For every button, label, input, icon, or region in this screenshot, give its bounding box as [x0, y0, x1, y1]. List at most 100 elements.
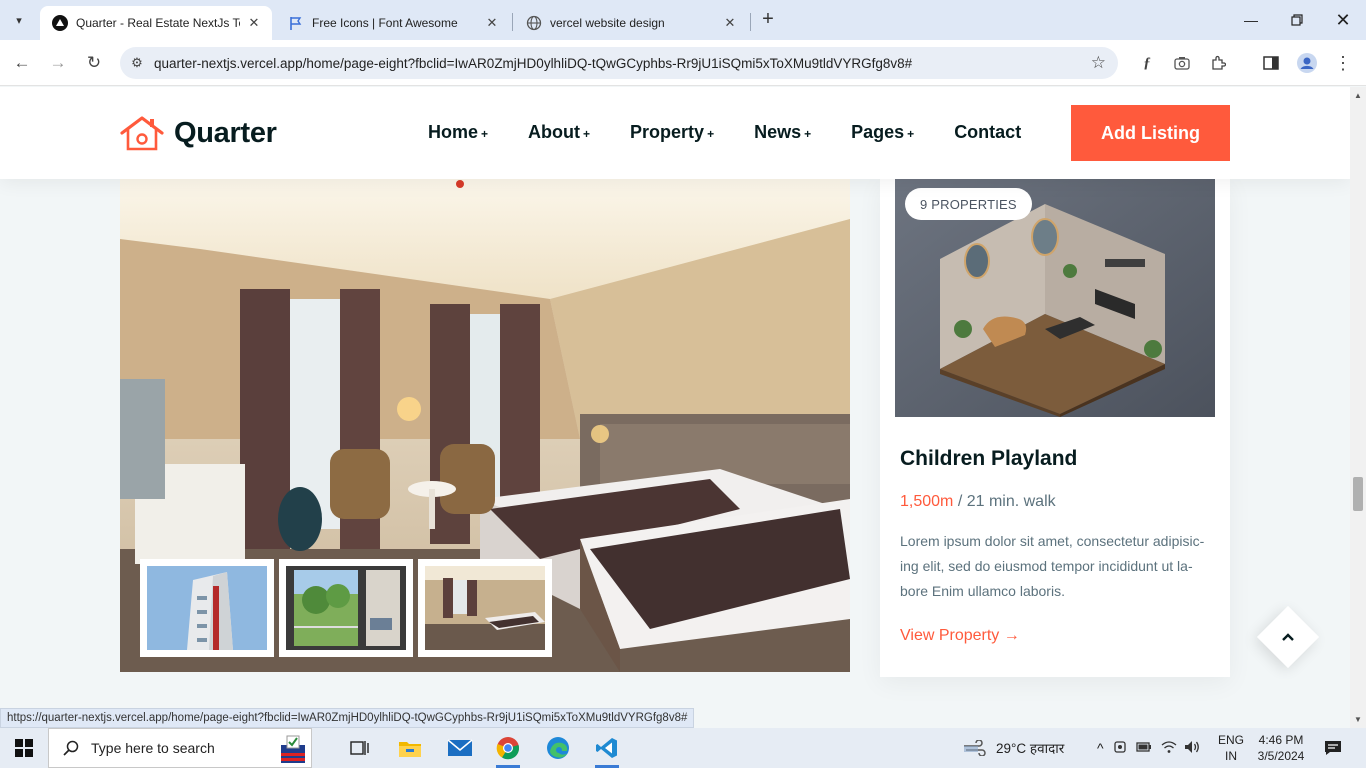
- distance-value: 1,500m: [900, 493, 954, 510]
- clock-date: 3/5/2024: [1257, 749, 1305, 763]
- nav-news-label: News: [754, 122, 802, 142]
- wifi-icon[interactable]: [1161, 740, 1177, 757]
- property-card: 9 PROPERTIES Children Playland 1,500m / …: [880, 179, 1230, 677]
- plus-icon: +: [583, 127, 591, 141]
- walk-time: / 21 min. walk: [953, 493, 1056, 510]
- card-description: Lorem ipsum dolor sit amet, consectetur …: [900, 533, 1205, 599]
- nav-pages[interactable]: Pages +: [851, 122, 914, 143]
- extensions-puzzle-icon[interactable]: [1207, 52, 1229, 74]
- gallery-thumbnail[interactable]: [140, 559, 274, 657]
- side-panel-icon[interactable]: [1260, 52, 1282, 74]
- scroll-down-icon[interactable]: ▼: [1354, 715, 1362, 724]
- tab-close-icon[interactable]: ✕: [246, 15, 262, 31]
- tab-separator: [512, 13, 513, 31]
- room-photo-gallery[interactable]: [120, 179, 850, 672]
- vercel-favicon-icon: [52, 15, 68, 31]
- lang-region: IN: [1225, 749, 1237, 763]
- kebab-menu-icon[interactable]: ⋮: [1332, 52, 1354, 74]
- vscode-icon[interactable]: [587, 732, 627, 768]
- tab-quarter[interactable]: Quarter - Real Estate NextJs Ten ✕: [40, 6, 272, 40]
- search-placeholder: Type here to search: [91, 740, 215, 756]
- tab-close-icon[interactable]: ✕: [484, 15, 500, 31]
- clock[interactable]: 4:46 PM 3/5/2024: [1255, 728, 1307, 768]
- view-property-label: View Property: [900, 627, 1000, 644]
- page-scrollbar[interactable]: ▲ ▼: [1350, 87, 1366, 728]
- close-window-icon[interactable]: ✕: [1320, 0, 1366, 40]
- page-viewport: 9 PROPERTIES Children Playland 1,500m / …: [0, 87, 1350, 728]
- tab-title: Free Icons | Font Awesome: [312, 16, 458, 30]
- site-settings-icon[interactable]: ⚙: [120, 55, 154, 71]
- plus-icon: +: [707, 127, 715, 141]
- nav-pages-label: Pages: [851, 122, 905, 142]
- tab-separator: [750, 13, 751, 31]
- nav-about[interactable]: About +: [528, 122, 590, 143]
- nav-contact[interactable]: Contact: [954, 122, 1021, 143]
- bookmark-star-icon[interactable]: ☆: [1091, 53, 1106, 73]
- fontpicker-extension-icon[interactable]: ƒ: [1136, 52, 1158, 74]
- task-view-icon[interactable]: [340, 732, 380, 764]
- plus-icon: +: [907, 127, 915, 141]
- flag-favicon-icon: [288, 15, 304, 31]
- new-tab-plus-icon[interactable]: +: [756, 8, 780, 32]
- tab-search-chevron-icon[interactable]: ▾: [6, 8, 32, 32]
- gallery-thumbnail[interactable]: [418, 559, 552, 657]
- tab-font-awesome[interactable]: Free Icons | Font Awesome ✕: [276, 6, 510, 40]
- browser-tab-strip: ▾ Quarter - Real Estate NextJs Ten ✕ Fre…: [0, 0, 1366, 40]
- browser-toolbar: ← → ↻ ⚙ quarter-nextjs.vercel.app/home/p…: [0, 40, 1366, 86]
- gallery-thumbnails: [140, 559, 557, 657]
- taskbar-search-box[interactable]: Type here to search: [48, 728, 312, 768]
- battery-icon[interactable]: [1135, 741, 1152, 756]
- scroll-up-icon[interactable]: ▲: [1354, 91, 1362, 100]
- volume-icon[interactable]: [1184, 740, 1200, 757]
- house-logo-icon: [120, 116, 164, 151]
- globe-favicon-icon: [526, 15, 542, 31]
- view-property-link[interactable]: View Property →: [900, 627, 1020, 645]
- camera-icon[interactable]: [1171, 52, 1193, 74]
- nav-news[interactable]: News +: [754, 122, 811, 143]
- gallery-thumbnail[interactable]: [279, 559, 413, 657]
- reload-icon[interactable]: ↻: [81, 50, 107, 76]
- minimize-icon[interactable]: —: [1228, 0, 1274, 40]
- site-header: Quarter Home + About + Property + News + Pag…: [0, 87, 1350, 179]
- logo-text: Quarter: [174, 116, 277, 149]
- back-arrow-icon[interactable]: ←: [9, 50, 35, 76]
- tab-vercel-design[interactable]: vercel website design ✕: [514, 6, 748, 40]
- address-bar[interactable]: ⚙ quarter-nextjs.vercel.app/home/page-ei…: [120, 47, 1118, 79]
- card-title[interactable]: Children Playland: [900, 447, 1077, 471]
- weather-widget[interactable]: 29°C हवादार: [962, 728, 1064, 768]
- file-explorer-icon[interactable]: [390, 732, 430, 764]
- plus-icon: +: [804, 127, 812, 141]
- notifications-icon[interactable]: [1322, 728, 1344, 768]
- scrollbar-thumb[interactable]: [1353, 477, 1363, 511]
- plus-icon: +: [481, 127, 489, 141]
- properties-count-badge: 9 PROPERTIES: [905, 188, 1032, 220]
- add-listing-button[interactable]: Add Listing: [1071, 105, 1230, 161]
- tab-title: Quarter - Real Estate NextJs Ten: [76, 16, 240, 30]
- nav-home-label: Home: [428, 122, 479, 142]
- input-language[interactable]: ENG IN: [1218, 728, 1244, 768]
- nav-property[interactable]: Property +: [630, 122, 714, 143]
- forward-arrow-icon[interactable]: →: [45, 50, 71, 76]
- profile-avatar-icon[interactable]: [1296, 52, 1318, 74]
- restore-icon[interactable]: [1274, 0, 1320, 40]
- chrome-icon[interactable]: [488, 732, 528, 768]
- chevron-up-tray-icon[interactable]: ^: [1097, 740, 1104, 756]
- meet-now-icon[interactable]: [1113, 740, 1127, 757]
- balcony-room-image: [286, 566, 406, 650]
- url-text[interactable]: quarter-nextjs.vercel.app/home/page-eigh…: [154, 56, 912, 71]
- link-status-bubble: https://quarter-nextjs.vercel.app/home/p…: [0, 708, 695, 728]
- weather-text: 29°C हवादार: [996, 741, 1065, 756]
- chevron-up-icon[interactable]: [1277, 625, 1299, 649]
- edge-icon[interactable]: [538, 732, 578, 764]
- nav-about-label: About: [528, 122, 581, 142]
- lang-code: ENG: [1218, 733, 1245, 747]
- system-tray-icons: ^: [1097, 728, 1200, 768]
- site-logo[interactable]: Quarter: [120, 115, 277, 151]
- windows-start-icon[interactable]: [0, 728, 48, 768]
- tab-close-icon[interactable]: ✕: [722, 15, 738, 31]
- main-nav: Home + About + Property + News + Pages + Cont…: [428, 122, 1061, 143]
- windows-taskbar: Type here to search 29°C हवादार ^ ENG IN…: [0, 728, 1366, 768]
- nav-home[interactable]: Home +: [428, 122, 488, 143]
- search-icon: [63, 740, 79, 756]
- mail-icon[interactable]: [440, 732, 480, 764]
